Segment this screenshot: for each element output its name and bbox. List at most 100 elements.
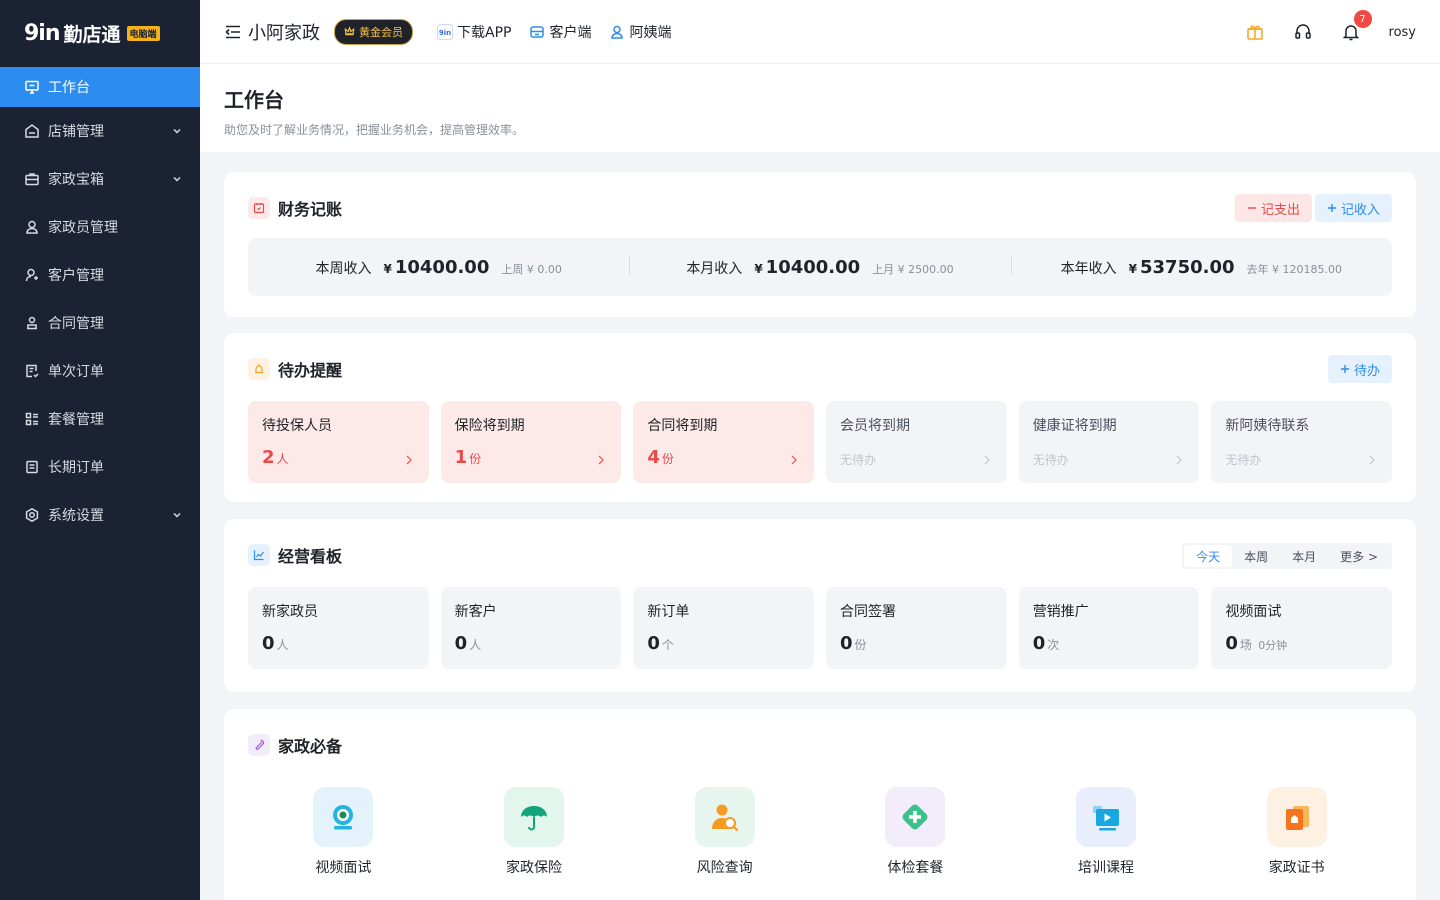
risk-search-icon [694, 787, 755, 847]
medical-plus-icon [885, 787, 946, 847]
tile-value: 1份 [455, 447, 608, 468]
tile-sub-value: 0分钟 [1258, 639, 1288, 652]
tile-empty-text: 无待办 [840, 453, 877, 467]
sidebar-item-label: 单次订单 [48, 364, 104, 380]
sidebar-item-label: 系统设置 [48, 508, 104, 524]
todo-tile-contract-expiring[interactable]: 合同将到期 4份 [633, 401, 815, 483]
chevron-down-icon [173, 512, 181, 518]
tool-health-check[interactable]: 体检套餐 [820, 787, 1011, 877]
board-tile-marketing[interactable]: 营销推广 0次 [1018, 587, 1200, 669]
brand-name: 勤店通 [63, 24, 121, 46]
range-today[interactable]: 今天 [1184, 545, 1233, 567]
tool-label: 体检套餐 [887, 860, 944, 876]
brand-logo[interactable]: 9in 勤店通 电脑端 [0, 0, 200, 67]
range-selector: 今天 本周 本月 更多 > [1182, 543, 1392, 569]
notification-button[interactable]: 7 [1341, 10, 1372, 42]
sidebar-item-packages[interactable]: 套餐管理 [0, 395, 200, 443]
range-month[interactable]: 本月 [1280, 545, 1328, 567]
tile-count: 0 [1032, 633, 1046, 654]
chevron-right-icon [598, 455, 605, 465]
board-tile-new-orders[interactable]: 新订单 0个 [633, 587, 815, 669]
finance-stat-week: 本周收入 ¥10400.00 上周 ¥ 0.00 [248, 257, 629, 278]
todo-tile-insurance-expiring[interactable]: 保险将到期 1份 [440, 401, 622, 483]
todo-tile-new-aunt-contact[interactable]: 新阿姨待联系 无待办 [1211, 401, 1393, 483]
tile-label: 营销推广 [1032, 604, 1089, 620]
board-title: 经营看板 [278, 547, 343, 566]
sidebar-item-store[interactable]: 店铺管理 [0, 107, 200, 155]
sidebar-item-toolbox[interactable]: 家政宝箱 [0, 155, 200, 203]
tile-unit: 份 [854, 638, 867, 652]
todo-tile-health-cert-expiring[interactable]: 健康证将到期 无待办 [1018, 401, 1200, 483]
sidebar-item-label: 家政员管理 [48, 220, 118, 236]
tile-label: 合同签署 [840, 604, 897, 620]
sidebar-item-workbench[interactable]: 工作台 [0, 67, 200, 107]
tile-count: 0 [262, 633, 275, 654]
tool-video-interview[interactable]: 视频面试 [248, 787, 439, 877]
sidebar-item-settings[interactable]: 系统设置 [0, 491, 200, 539]
minus-icon [1247, 207, 1256, 209]
tile-value: 0人 [455, 633, 608, 654]
stat-label: 本年收入 [1060, 260, 1117, 277]
sidebar-item-customers[interactable]: 客户管理 [0, 251, 200, 299]
record-expense-label: 记支出 [1260, 202, 1300, 218]
download-app-label: 下载APP [457, 24, 512, 41]
board-tile-video-interviews[interactable]: 视频面试 0场 0分钟 [1211, 587, 1393, 669]
tile-unit: 场 [1239, 638, 1252, 652]
calendar-icon [248, 197, 270, 219]
client-app-icon [530, 25, 545, 38]
finance-stat-month: 本月收入 ¥10400.00 上月 ¥ 2500.00 [629, 254, 1010, 278]
tile-label: 保险将到期 [454, 418, 525, 434]
client-link[interactable]: 客户端 [529, 22, 591, 42]
tile-unit: 个 [661, 638, 674, 652]
tile-count: 0 [454, 633, 468, 654]
tool-insurance[interactable]: 家政保险 [439, 787, 630, 877]
tool-label: 视频面试 [315, 860, 372, 876]
tool-label: 风险查询 [696, 860, 753, 876]
stat-label: 本月收入 [686, 260, 743, 277]
user-menu[interactable]: rosy [1389, 25, 1416, 40]
record-expense-button[interactable]: 记支出 [1234, 194, 1312, 222]
menu-fold-icon[interactable] [224, 23, 242, 41]
tile-value: 0次 [1033, 633, 1186, 654]
tool-certificate[interactable]: 家政证书 [1201, 787, 1392, 877]
stat-amount: 10400.00 [394, 256, 490, 278]
tile-count: 0 [1225, 633, 1238, 654]
stat-label: 本周收入 [315, 260, 372, 277]
alarm-icon [248, 358, 270, 380]
todo-tiles: 待投保人员 2人 保险将到期 1份 合同将到期 4份 会员将到期 无待办 健康证… [248, 401, 1393, 483]
todo-tile-member-expiring[interactable]: 会员将到期 无待办 [826, 401, 1007, 483]
sidebar-item-contracts[interactable]: 合同管理 [0, 299, 200, 347]
tile-label: 新订单 [647, 604, 690, 620]
sidebar-item-workers[interactable]: 家政员管理 [0, 203, 200, 251]
tile-value: 4份 [647, 447, 800, 468]
essentials-title: 家政必备 [278, 737, 343, 756]
shop-name: 小阿家政 [248, 22, 320, 44]
tool-training[interactable]: 培训课程 [1011, 787, 1202, 877]
sidebar-item-long-orders[interactable]: 长期订单 [0, 443, 200, 491]
headset-icon[interactable] [1293, 22, 1313, 42]
add-todo-button[interactable]: 待办 [1327, 355, 1392, 383]
aunt-link[interactable]: 阿姨端 [609, 22, 671, 42]
range-more[interactable]: 更多 > [1328, 545, 1390, 567]
board-tile-contracts-signed[interactable]: 合同签署 0份 [826, 587, 1007, 669]
finance-title: 财务记账 [278, 200, 343, 219]
tool-label: 家政保险 [506, 860, 562, 876]
tool-risk-query[interactable]: 风险查询 [629, 787, 820, 877]
stat-value: ¥10400.00 [383, 257, 489, 278]
gift-icon[interactable] [1245, 22, 1265, 42]
app-logo-icon: 9in [437, 23, 453, 40]
sidebar-item-single-orders[interactable]: 单次订单 [0, 347, 200, 395]
todo-tile-insure[interactable]: 待投保人员 2人 [248, 401, 429, 483]
aunt-user-icon [611, 25, 624, 39]
range-week[interactable]: 本周 [1232, 545, 1280, 567]
download-app-link[interactable]: 9in 下载APP [437, 22, 511, 42]
board-tile-new-workers[interactable]: 新家政员 0人 [248, 587, 429, 669]
contract-icon [24, 315, 40, 331]
tile-count: 0 [840, 633, 853, 654]
vip-badge[interactable]: 黄金会员 [334, 18, 413, 45]
record-income-button[interactable]: 记收入 [1314, 194, 1392, 222]
chevron-right-icon [1369, 455, 1375, 465]
video-interview-icon [313, 787, 374, 847]
stat-amount: 53750.00 [1140, 256, 1235, 278]
board-tile-new-customers[interactable]: 新客户 0人 [440, 587, 622, 669]
